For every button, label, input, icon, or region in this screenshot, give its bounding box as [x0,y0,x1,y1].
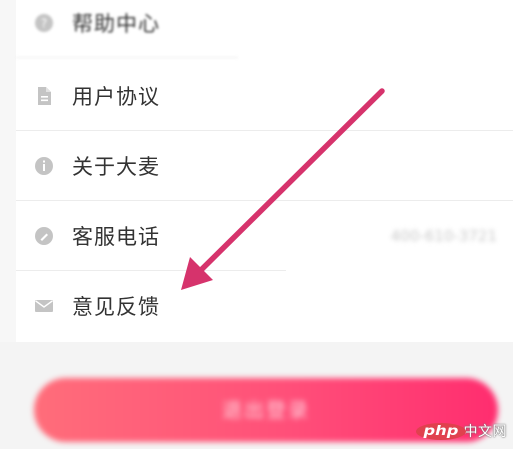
mail-icon [35,300,53,312]
menu-item-user-agreement[interactable]: 用户协议 [16,61,513,131]
menu-item-label: 帮助中心 [72,12,160,36]
settings-screen: ? 帮助中心 用户协议 关于大麦 客服电话 400-610-3721 意见反馈 … [0,0,513,449]
menu-item-label: 客服电话 [72,225,160,249]
menu-item-about[interactable]: 关于大麦 [16,131,513,201]
customer-service-phone-value: 400-610-3721 [390,227,497,245]
phone-circle-icon [35,227,53,245]
menu-item-customer-service[interactable]: 客服电话 400-610-3721 [16,201,513,271]
menu-item-feedback[interactable]: 意见反馈 [16,271,513,341]
watermark-logo: php [415,422,466,440]
info-circle-icon [35,157,53,175]
help-circle-icon: ? [35,14,53,32]
menu-item-label: 意见反馈 [72,295,160,319]
settings-menu-list: ? 帮助中心 用户协议 关于大麦 客服电话 400-610-3721 意见反馈 [16,0,513,342]
menu-item-help-center[interactable]: ? 帮助中心 [16,0,513,58]
site-watermark: php 中文网 [415,419,507,443]
menu-item-label: 用户协议 [72,85,160,109]
svg-text:?: ? [41,17,47,31]
document-icon [38,87,51,105]
left-margin [0,0,16,342]
menu-item-label: 关于大麦 [72,155,160,179]
divider [16,57,238,58]
watermark-text: 中文网 [463,424,507,440]
